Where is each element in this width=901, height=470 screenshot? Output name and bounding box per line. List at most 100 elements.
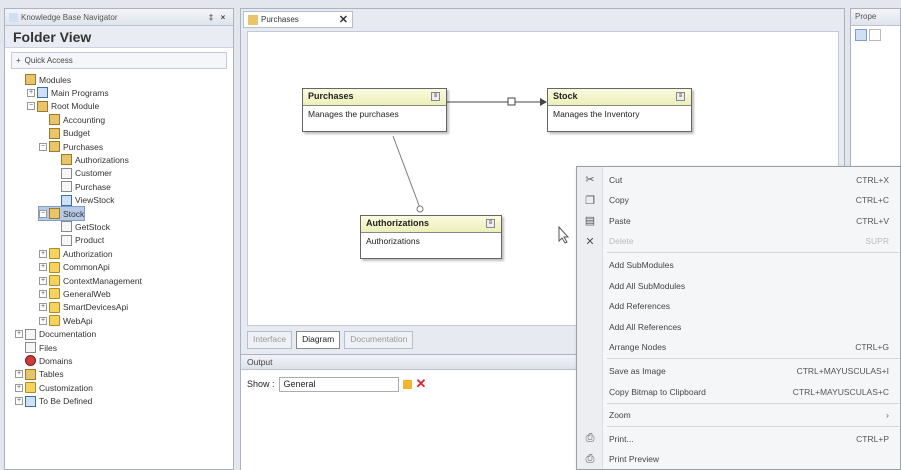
show-value: General [283,378,316,389]
doc-icon [61,234,72,246]
cuticon: ✂ [585,174,595,186]
collapse-icon[interactable]: ≡ [431,92,440,101]
collapse-icon[interactable]: ≡ [676,92,685,101]
menu-item-label: Print Preview [609,454,660,465]
tree-item-files[interactable]: Files [15,341,57,354]
doc-icon [61,181,72,193]
menu-item-add-all-references[interactable]: Add All References [577,316,901,337]
tree-item-product[interactable]: Product [51,234,104,247]
view-tabs: Interface Diagram Documentation [247,331,414,349]
folder-view-heading: Folder View [5,26,233,48]
tree-item-label: SmartDevicesApi [63,302,129,313]
menu-item-arrange-nodes[interactable]: Arrange Nodes CTRL+G [577,337,901,358]
menu-item-print-preview[interactable]: ⎙ Print Preview [577,449,901,470]
menu-item-add-references[interactable]: Add References [577,296,901,317]
show-select[interactable]: General [278,376,399,392]
navigator-title: Knowledge Base Navigator [21,12,118,22]
close-button[interactable]: × [217,13,229,22]
expander-icon[interactable]: + [39,303,47,312]
mod-icon [61,154,72,166]
menu-item-label: Delete [609,236,634,247]
deleteicon: ✕ [585,235,595,248]
tree-item-budget[interactable]: Budget [39,127,90,140]
menu-item-shortcut: CTRL+C [855,195,889,206]
tree-item-main-programs[interactable]: + Main Programs [27,86,109,99]
tab-diagram[interactable]: Diagram [296,331,341,349]
quick-access-bar[interactable]: + Quick Access [11,52,227,69]
tree-item-smartdevicesapi[interactable]: + SmartDevicesApi [39,301,128,314]
tree-item-modules[interactable]: Modules [15,73,71,86]
menu-item-shortcut: CTRL+G [855,342,889,353]
print-previewicon: ⎙ [585,452,595,465]
menu-item-save-as-image[interactable]: Save as Image CTRL+MAYUSCULAS+I [577,360,901,381]
expander-icon[interactable]: + [39,316,47,325]
expander-icon[interactable]: + [27,88,35,97]
tree-item-stock[interactable]: − Stock [37,206,86,221]
menu-separator [607,402,899,404]
tab-close-icon[interactable]: ✕ [339,13,348,26]
tree-item-webapi[interactable]: + WebApi [39,314,93,327]
clear-icon[interactable]: ✕ [416,376,427,392]
tree-item-label: Product [75,235,105,246]
expander-icon[interactable]: − [39,142,47,151]
tree-item-documentation[interactable]: + Documentation [15,328,96,341]
tree-item-commonapi[interactable]: + CommonApi [39,261,110,274]
tree-item-tables[interactable]: + Tables [15,368,64,381]
tree-item-label: Modules [39,74,72,85]
tree-item-label: GeneralWeb [63,288,111,299]
expander-icon[interactable]: + [39,263,47,272]
tree-item-authorization[interactable]: + Authorization [39,247,113,260]
tree-item-purchase[interactable]: Purchase [51,180,111,193]
dropdown-icon[interactable] [402,379,412,389]
menu-item-print[interactable]: ⎙ Print... CTRL+P [577,428,901,449]
tab-documentation[interactable]: Documentation [344,331,414,349]
node-purchases[interactable]: Purchases ≡ Manages the purchases [302,88,447,132]
doc-icon [61,167,72,179]
menu-item-add-submodules[interactable]: Add SubModules [577,254,901,275]
tree-item-to-be-defined[interactable]: + To Be Defined [15,395,92,408]
expander-icon[interactable]: + [39,289,47,298]
node-stock[interactable]: Stock ≡ Manages the Inventory [547,88,692,132]
tree-item-purchases[interactable]: − Purchases [39,140,103,153]
menu-item-copy[interactable]: ❐ Copy CTRL+C [577,190,901,211]
blue-icon [61,194,72,206]
expander-icon[interactable]: + [15,397,23,406]
expander-icon[interactable]: − [39,209,47,218]
tree-item-customer[interactable]: Customer [51,167,112,180]
tree-item-root-module[interactable]: − Root Module [27,100,99,113]
tree-item-generalweb[interactable]: + GeneralWeb [39,287,111,300]
menu-item-zoom[interactable]: Zoom › [577,405,901,426]
tree-item-customization[interactable]: + Customization [15,381,93,394]
tree-item-label: ContextManagement [63,275,142,286]
fold-icon [49,248,60,260]
collapse-icon[interactable]: ≡ [486,219,495,228]
expander-icon[interactable]: + [39,249,47,258]
node-authorizations[interactable]: Authorizations ≡ Authorizations [360,215,502,259]
expander-icon[interactable]: + [15,370,23,379]
categorized-icon[interactable] [855,29,867,41]
output-title: Output [241,355,581,370]
tab-purchases[interactable]: Purchases ✕ [243,11,353,28]
menu-item-copy-bitmap-to-clipboard[interactable]: Copy Bitmap to Clipboard CTRL+MAYUSCULAS+… [577,381,901,402]
expander-icon[interactable]: + [39,276,47,285]
menu-item-label: Add References [609,301,670,312]
menu-item-add-all-submodules[interactable]: Add All SubModules [577,275,901,296]
sort-icon[interactable] [869,29,881,41]
expander-icon[interactable]: + [15,383,23,392]
tree-item-label: Stock [63,208,85,219]
tree-item-label: CommonApi [63,262,110,273]
tab-interface[interactable]: Interface [247,331,293,349]
tree-item-authorizations[interactable]: Authorizations [51,153,129,166]
tree-item-viewstock[interactable]: ViewStock [51,194,115,207]
expander-icon[interactable]: + [15,330,23,339]
menu-item-cut[interactable]: ✂ Cut CTRL+X [577,169,901,190]
menu-item-paste[interactable]: ▤ Paste CTRL+V [577,210,901,231]
tree-item-getstock[interactable]: GetStock [51,220,110,233]
tree-item-domains[interactable]: Domains [15,354,73,367]
tree-item-contextmanagement[interactable]: + ContextManagement [39,274,142,287]
expander-icon[interactable]: − [27,102,35,111]
tree-item-label: Main Programs [51,87,109,98]
pin-button[interactable]: ‡ [205,13,217,22]
tree-item-accounting[interactable]: Accounting [39,113,105,126]
blue-icon [37,87,48,99]
